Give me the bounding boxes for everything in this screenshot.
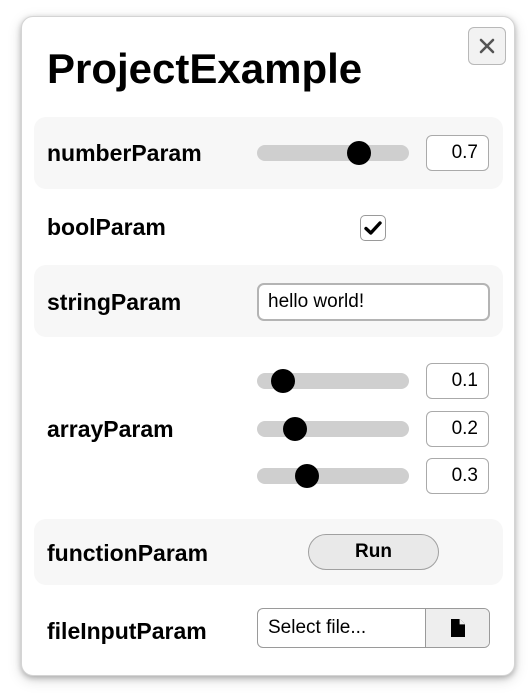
slider-thumb[interactable] <box>346 141 371 165</box>
array-param-slider-2[interactable] <box>257 417 409 441</box>
array-param-slider-1[interactable] <box>257 369 409 393</box>
array-param-row: arrayParam <box>34 337 503 519</box>
file-icon <box>450 619 465 637</box>
file-input-placeholder: Select file... <box>268 617 367 638</box>
array-param-value-input-1[interactable] <box>426 363 489 399</box>
number-param-label: numberParam <box>47 140 202 166</box>
number-param-value-input[interactable] <box>426 135 489 171</box>
file-input-param-label: fileInputParam <box>47 618 207 644</box>
number-param-slider[interactable] <box>257 141 409 165</box>
array-param-value-input-2[interactable] <box>426 411 489 447</box>
bool-param-row: boolParam <box>34 189 503 265</box>
function-param-row: functionParam Run <box>34 519 503 585</box>
string-param-label: stringParam <box>47 289 182 315</box>
checkmark-icon <box>364 221 382 235</box>
function-param-label: functionParam <box>47 540 209 566</box>
slider-thumb[interactable] <box>283 417 307 441</box>
run-button[interactable]: Run <box>308 534 439 570</box>
string-param-input[interactable] <box>257 283 490 321</box>
slider-thumb[interactable] <box>270 369 295 393</box>
bool-param-checkbox[interactable] <box>360 215 386 241</box>
slider-thumb[interactable] <box>295 464 320 488</box>
close-x-icon <box>479 38 495 54</box>
settings-panel: ProjectExample numberParam boolParam str… <box>21 16 515 676</box>
array-param-value-input-3[interactable] <box>426 458 489 494</box>
close-button[interactable] <box>468 27 506 65</box>
file-input-param-row: fileInputParam Select file... <box>34 587 503 669</box>
number-param-row: numberParam <box>34 117 503 189</box>
bool-param-label: boolParam <box>47 214 166 240</box>
panel-title: ProjectExample <box>47 45 363 92</box>
file-input-field[interactable]: Select file... <box>257 608 490 648</box>
string-param-row: stringParam <box>34 265 503 337</box>
array-param-slider-3[interactable] <box>257 464 409 488</box>
array-param-label: arrayParam <box>47 416 174 442</box>
file-browse-button[interactable] <box>425 609 489 647</box>
